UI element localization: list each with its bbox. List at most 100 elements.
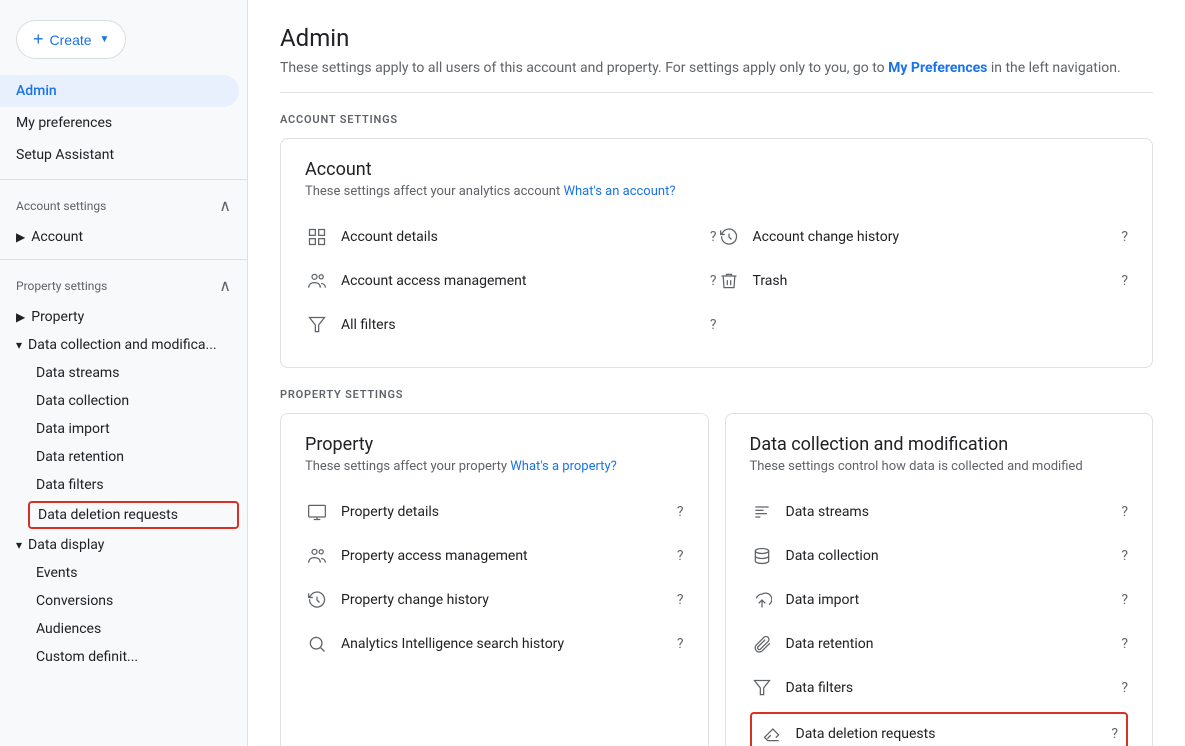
sidebar-item-label: Admin (16, 83, 57, 99)
trash-label: Trash (753, 273, 1110, 289)
whats-property-link[interactable]: What's a property? (510, 459, 616, 474)
page-subtitle: These settings apply to all users of thi… (280, 60, 1153, 76)
data-filters-label: Data filters (786, 680, 1110, 696)
divider (280, 92, 1153, 93)
account-label: Account (31, 229, 83, 245)
data-collection-label: Data collection (786, 548, 1110, 564)
filter-icon (305, 313, 329, 337)
chevron-down-icon: ▼ (100, 34, 110, 45)
sidebar-child-data-collection[interactable]: Data collection (0, 387, 247, 415)
all-filters-label: All filters (341, 317, 698, 333)
sidebar-item-label: Setup Assistant (16, 147, 114, 163)
data-deletion-label: Data deletion requests (796, 726, 1100, 742)
data-retention-label: Data retention (786, 636, 1110, 652)
chevron-up-icon-2: ∧ (219, 276, 231, 295)
property-card-subtitle: These settings affect your property What… (305, 459, 684, 474)
property-card: Property These settings affect your prop… (280, 413, 709, 746)
data-import-item[interactable]: Data import ? (750, 578, 1129, 622)
property-change-history-item[interactable]: Property change history ? (305, 578, 684, 622)
sidebar-item-setup-assistant[interactable]: Setup Assistant (0, 139, 239, 171)
analytics-intelligence-help-icon[interactable]: ? (677, 636, 684, 652)
sidebar-item-admin[interactable]: Admin (0, 75, 239, 107)
property-details-label: Property details (341, 504, 665, 520)
data-deletion-item[interactable]: Data deletion requests ? (750, 712, 1129, 746)
analytics-intelligence-item[interactable]: Analytics Intelligence search history ? (305, 622, 684, 666)
data-collection-card-title: Data collection and modification (750, 434, 1129, 455)
trash-help-icon[interactable]: ? (1121, 273, 1128, 289)
trash-item[interactable]: Trash ? (717, 259, 1129, 303)
data-filters-help-icon[interactable]: ? (1121, 680, 1128, 696)
analytics-intelligence-label: Analytics Intelligence search history (341, 636, 665, 652)
sidebar-child-events[interactable]: Events (0, 559, 247, 587)
sidebar-item-data-display[interactable]: ▾ Data display (0, 531, 247, 559)
account-details-item[interactable]: Account details ? (305, 215, 717, 259)
database-icon (750, 544, 774, 568)
eraser-icon (760, 722, 784, 746)
account-access-item[interactable]: Account access management ? (305, 259, 717, 303)
sidebar-child-custom-def[interactable]: Custom definit... (0, 643, 247, 671)
data-deletion-help-icon[interactable]: ? (1111, 726, 1118, 742)
plus-icon: + (33, 29, 44, 50)
data-streams-help-icon[interactable]: ? (1121, 504, 1128, 520)
sidebar-item-property[interactable]: ▶ Property (0, 303, 247, 331)
account-settings-header[interactable]: Account settings ∧ (0, 188, 247, 223)
account-access-label: Account access management (341, 273, 698, 289)
property-settings-header[interactable]: Property settings ∧ (0, 268, 247, 303)
data-streams-item[interactable]: Data streams ? (750, 490, 1129, 534)
property-details-help-icon[interactable]: ? (677, 504, 684, 520)
sidebar-child-data-retention[interactable]: Data retention (0, 443, 247, 471)
sidebar-child-audiences[interactable]: Audiences (0, 615, 247, 643)
sidebar-item-my-preferences[interactable]: My preferences (0, 107, 239, 139)
account-change-history-help-icon[interactable]: ? (1121, 229, 1128, 245)
sidebar-child-data-import[interactable]: Data import (0, 415, 247, 443)
history-icon-2 (305, 588, 329, 612)
account-settings-section-label: ACCOUNT SETTINGS (280, 113, 1153, 126)
sidebar-child-data-streams[interactable]: Data streams (0, 359, 247, 387)
data-collection-card: Data collection and modification These s… (725, 413, 1154, 746)
sidebar-item-account[interactable]: ▶ Account (0, 223, 247, 251)
account-change-history-item[interactable]: Account change history ? (717, 215, 1129, 259)
property-access-label: Property access management (341, 548, 665, 564)
data-streams-label: Data streams (786, 504, 1110, 520)
data-retention-help-icon[interactable]: ? (1121, 636, 1128, 652)
chevron-up-icon: ∧ (219, 196, 231, 215)
subtitle-text-start: These settings apply to all users of thi… (280, 60, 888, 76)
clip-icon (750, 632, 774, 656)
account-card-subtitle: These settings affect your analytics acc… (305, 184, 1128, 199)
account-card-grid: Account details ? Account access managem… (305, 215, 1128, 347)
data-collection-help-icon[interactable]: ? (1121, 548, 1128, 564)
property-change-history-help-icon[interactable]: ? (677, 592, 684, 608)
property-settings-label: Property settings (16, 279, 107, 293)
all-filters-help-icon[interactable]: ? (710, 317, 717, 333)
sidebar-item-data-collection[interactable]: ▾ Data collection and modifica... (0, 331, 247, 359)
my-preferences-link[interactable]: My Preferences (888, 60, 987, 76)
account-card: Account These settings affect your analy… (280, 138, 1153, 368)
account-details-help-icon[interactable]: ? (710, 229, 717, 245)
page-title: Admin (280, 24, 1153, 52)
history-icon (717, 225, 741, 249)
all-filters-item[interactable]: All filters ? (305, 303, 717, 347)
data-filters-item[interactable]: Data filters ? (750, 666, 1129, 710)
trash-icon (717, 269, 741, 293)
account-access-help-icon[interactable]: ? (710, 273, 717, 289)
property-label: Property (31, 309, 84, 325)
whats-account-link[interactable]: What's an account? (563, 184, 675, 199)
data-display-label: Data display (28, 537, 104, 553)
data-retention-item[interactable]: Data retention ? (750, 622, 1129, 666)
property-change-history-label: Property change history (341, 592, 665, 608)
people-icon (305, 269, 329, 293)
property-access-item[interactable]: Property access management ? (305, 534, 684, 578)
data-import-label: Data import (786, 592, 1110, 608)
sidebar-child-conversions[interactable]: Conversions (0, 587, 247, 615)
chevron-down-icon-3: ▾ (16, 538, 22, 552)
main-content: Admin These settings apply to all users … (248, 0, 1185, 746)
property-details-item[interactable]: Property details ? (305, 490, 684, 534)
data-import-help-icon[interactable]: ? (1121, 592, 1128, 608)
property-access-help-icon[interactable]: ? (677, 548, 684, 564)
sidebar-child-data-deletion[interactable]: Data deletion requests (28, 501, 239, 529)
display-icon (305, 500, 329, 524)
data-collection-item[interactable]: Data collection ? (750, 534, 1129, 578)
create-label: Create (50, 32, 92, 48)
sidebar-child-data-filters[interactable]: Data filters (0, 471, 247, 499)
create-button[interactable]: + Create ▼ (16, 20, 126, 59)
